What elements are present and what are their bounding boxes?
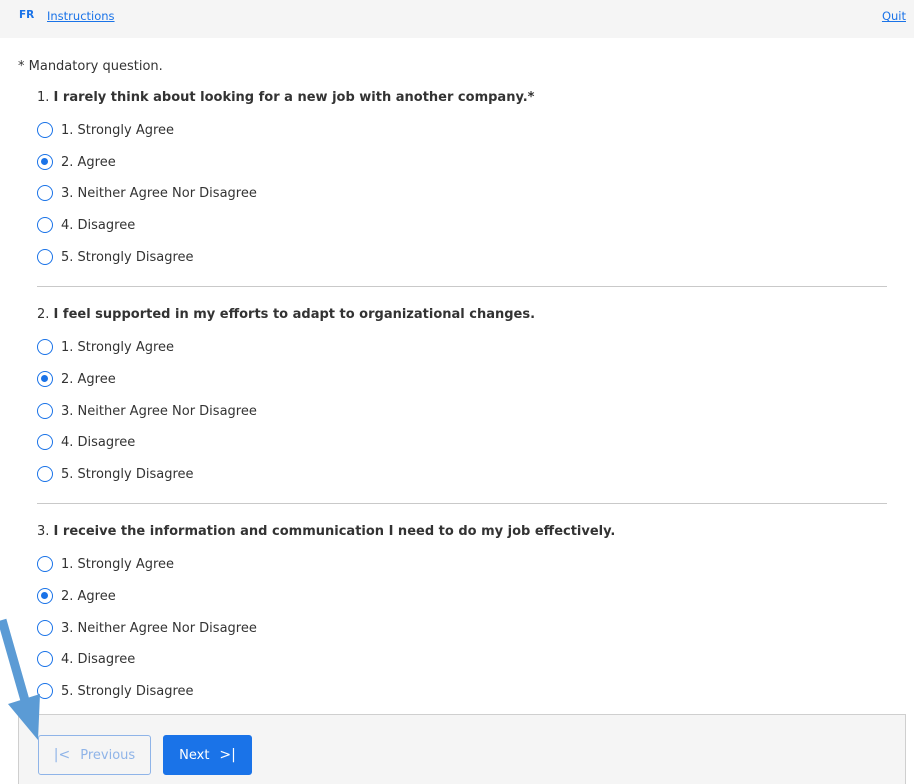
question-title: 2. I feel supported in my efforts to ada… xyxy=(37,305,887,325)
option-disagree[interactable]: 4. Disagree xyxy=(37,431,135,453)
option-label: 3. Neither Agree Nor Disagree xyxy=(61,620,257,636)
next-button-label: Next xyxy=(179,747,210,763)
radio-button[interactable] xyxy=(37,466,53,482)
radio-button[interactable] xyxy=(37,185,53,201)
question-1: 1. I rarely think about looking for a ne… xyxy=(37,88,887,265)
option-label: 2. Agree xyxy=(61,588,116,604)
radio-button[interactable] xyxy=(37,339,53,355)
navigation-footer: |< Previous Next >| xyxy=(18,714,906,784)
first-page-icon: |< xyxy=(53,747,71,763)
option-label: 4. Disagree xyxy=(61,217,136,233)
option-label: 2. Agree xyxy=(61,154,116,170)
option-neither[interactable]: 3. Neither Agree Nor Disagree xyxy=(37,617,257,639)
option-strongly-disagree[interactable]: 5. Strongly Disagree xyxy=(37,246,194,268)
option-label: 3. Neither Agree Nor Disagree xyxy=(61,185,257,201)
question-title: 3. I receive the information and communi… xyxy=(37,522,887,542)
option-label: 5. Strongly Disagree xyxy=(61,249,194,265)
language-toggle-link[interactable]: FR xyxy=(19,9,34,21)
option-strongly-agree[interactable]: 1. Strongly Agree xyxy=(37,119,174,141)
radio-button[interactable] xyxy=(37,556,53,572)
quit-link[interactable]: Quit xyxy=(882,9,906,23)
question-divider xyxy=(37,503,887,504)
question-text: I receive the information and communicat… xyxy=(53,524,616,539)
radio-button-selected[interactable] xyxy=(37,371,53,387)
option-strongly-disagree[interactable]: 5. Strongly Disagree xyxy=(37,680,194,702)
question-number: 2. xyxy=(37,307,50,322)
radio-button[interactable] xyxy=(37,217,53,233)
previous-button-label: Previous xyxy=(80,747,136,763)
option-disagree[interactable]: 4. Disagree xyxy=(37,214,135,236)
question-number: 1. xyxy=(37,90,50,105)
radio-button-selected[interactable] xyxy=(37,588,53,604)
option-strongly-disagree[interactable]: 5. Strongly Disagree xyxy=(37,463,194,485)
question-text: I rarely think about looking for a new j… xyxy=(53,90,535,105)
instructions-link[interactable]: Instructions xyxy=(47,9,115,23)
radio-button-selected[interactable] xyxy=(37,154,53,170)
last-page-icon: >| xyxy=(219,747,236,763)
option-label: 5. Strongly Disagree xyxy=(61,466,194,482)
option-neither[interactable]: 3. Neither Agree Nor Disagree xyxy=(37,400,257,422)
radio-button[interactable] xyxy=(37,403,53,419)
radio-button[interactable] xyxy=(37,249,53,265)
question-text: I feel supported in my efforts to adapt … xyxy=(53,307,536,322)
radio-button[interactable] xyxy=(37,434,53,450)
option-strongly-agree[interactable]: 1. Strongly Agree xyxy=(37,336,174,358)
option-label: 5. Strongly Disagree xyxy=(61,683,194,699)
option-label: 2. Agree xyxy=(61,371,116,387)
option-neither[interactable]: 3. Neither Agree Nor Disagree xyxy=(37,182,257,204)
option-label: 1. Strongly Agree xyxy=(61,339,175,355)
option-agree[interactable]: 2. Agree xyxy=(37,585,116,607)
arrow-pointer-icon xyxy=(0,618,40,740)
radio-button[interactable] xyxy=(37,122,53,138)
mandatory-note: * Mandatory question. xyxy=(18,59,163,74)
next-button[interactable]: Next >| xyxy=(163,735,252,775)
option-label: 4. Disagree xyxy=(61,651,136,667)
option-label: 1. Strongly Agree xyxy=(61,122,175,138)
question-divider xyxy=(37,286,887,287)
question-title: 1. I rarely think about looking for a ne… xyxy=(37,88,887,108)
question-number: 3. xyxy=(37,524,50,539)
option-agree[interactable]: 2. Agree xyxy=(37,151,116,173)
option-label: 3. Neither Agree Nor Disagree xyxy=(61,403,257,419)
question-3: 3. I receive the information and communi… xyxy=(37,522,887,699)
top-bar: FR Instructions Quit xyxy=(0,0,914,38)
option-agree[interactable]: 2. Agree xyxy=(37,368,116,390)
option-label: 1. Strongly Agree xyxy=(61,556,175,572)
question-2: 2. I feel supported in my efforts to ada… xyxy=(37,305,887,482)
option-strongly-agree[interactable]: 1. Strongly Agree xyxy=(37,553,174,575)
option-label: 4. Disagree xyxy=(61,434,136,450)
